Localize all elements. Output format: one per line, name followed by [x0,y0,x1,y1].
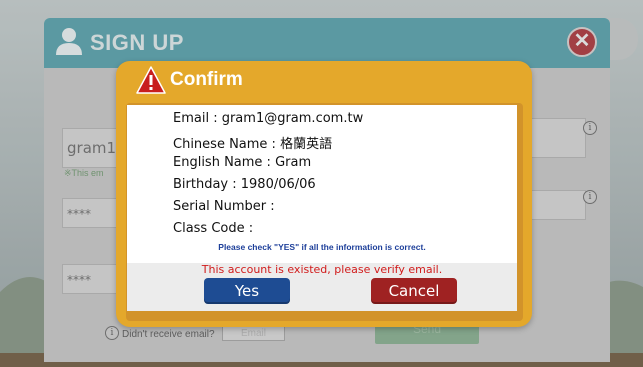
confirm-content: Email : gram1@gram.com.tw Chinese Name :… [127,105,517,263]
email-info: Email : gram1@gram.com.tw [173,111,364,126]
warning-icon [136,66,166,94]
confirm-footer: This account is existed, please verify e… [127,263,517,311]
english-name-info: English Name : Gram [173,155,312,170]
confirm-title: Confirm [170,69,243,90]
check-message: Please check "YES" if all the informatio… [218,242,426,252]
yes-button[interactable]: Yes [204,278,290,304]
serial-number-info: Serial Number : [173,199,275,214]
confirm-dialog: Confirm Email : gram1@gram.com.tw Chines… [116,61,532,327]
cancel-button[interactable]: Cancel [371,278,457,304]
birthday-info: Birthday : 1980/06/06 [173,177,316,192]
chinese-name-info: Chinese Name : 格蘭英語 [173,137,333,152]
error-message: This account is existed, please verify e… [201,263,443,276]
class-code-info: Class Code : [173,221,254,236]
